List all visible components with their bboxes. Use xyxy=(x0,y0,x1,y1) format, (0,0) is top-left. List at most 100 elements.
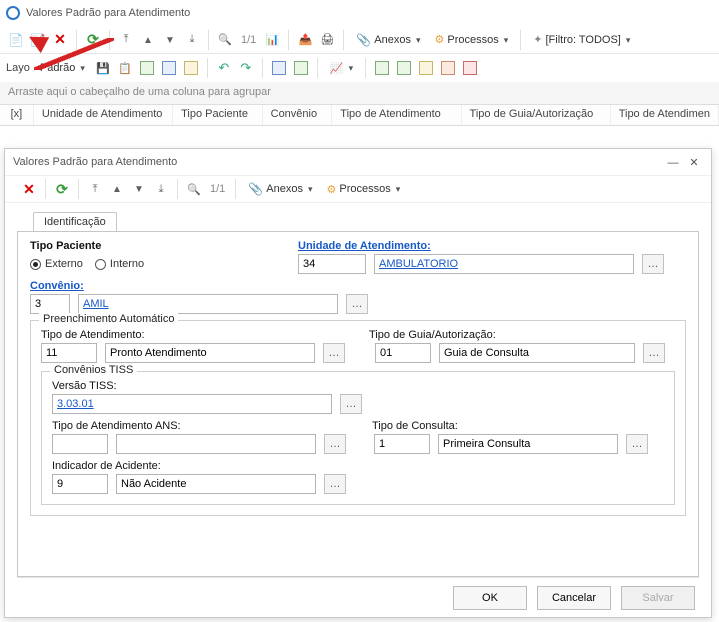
tipo-atend-name-input[interactable] xyxy=(105,343,315,363)
redo-button[interactable] xyxy=(236,58,256,78)
tipo-consulta-lookup-button[interactable] xyxy=(626,434,648,454)
processos-dropdown[interactable]: Processos xyxy=(428,29,514,51)
dlg-find-button[interactable] xyxy=(184,179,204,199)
unidade-code-input[interactable] xyxy=(298,254,366,274)
dlg-processos-dropdown[interactable]: Processos xyxy=(320,178,406,200)
close-button[interactable]: ✕ xyxy=(685,156,703,169)
col-unidade[interactable]: Unidade de Atendimento xyxy=(34,105,173,125)
tipo-consulta-name-input[interactable] xyxy=(438,434,618,454)
copy-layout-button[interactable] xyxy=(115,58,135,78)
save-layout-button[interactable] xyxy=(93,58,113,78)
interno-label: Interno xyxy=(110,258,144,270)
chevron-down-icon xyxy=(306,183,313,195)
layout-c-button[interactable] xyxy=(181,58,201,78)
col-tipo-paciente[interactable]: Tipo Paciente xyxy=(173,105,263,125)
next-icon xyxy=(134,183,144,195)
layout-dropdown[interactable]: Padrão xyxy=(34,57,91,79)
pane-5-button[interactable] xyxy=(460,58,480,78)
new-button[interactable] xyxy=(6,30,26,50)
convenio-name-input[interactable] xyxy=(78,294,338,314)
delete-icon: ✕ xyxy=(23,181,35,198)
dlg-refresh-button[interactable]: ⟳ xyxy=(52,179,72,199)
dlg-delete-button[interactable]: ✕ xyxy=(19,179,39,199)
chart-dropdown[interactable] xyxy=(324,57,359,79)
last-button[interactable] xyxy=(182,30,202,50)
dlg-processos-label: Processos xyxy=(339,183,390,195)
dlg-anexos-dropdown[interactable]: Anexos xyxy=(242,178,318,200)
col-x[interactable]: [x] xyxy=(0,105,34,125)
pane-1-button[interactable] xyxy=(372,58,392,78)
prev-button[interactable] xyxy=(138,30,158,50)
grid-header: [x] Unidade de Atendimento Tipo Paciente… xyxy=(0,104,719,126)
layout-b-button[interactable] xyxy=(159,58,179,78)
col-tipo-atend2[interactable]: Tipo de Atendimen xyxy=(611,105,719,125)
atend-ans-code-input[interactable] xyxy=(52,434,108,454)
pane-2-button[interactable] xyxy=(394,58,414,78)
chevron-down-icon xyxy=(347,62,354,74)
pane-4-button[interactable] xyxy=(438,58,458,78)
print-button[interactable] xyxy=(317,30,337,50)
next-button[interactable] xyxy=(160,30,180,50)
col-tipo-atend[interactable]: Tipo de Atendimento xyxy=(332,105,461,125)
tab-identificacao[interactable]: Identificação xyxy=(33,212,117,231)
dlg-last-button[interactable] xyxy=(151,179,171,199)
layout-e-button[interactable] xyxy=(291,58,311,78)
tipo-guia-code-input[interactable] xyxy=(375,343,431,363)
filtro-dropdown[interactable]: [Filtro: TODOS] xyxy=(527,29,636,51)
first-button[interactable] xyxy=(116,30,136,50)
col-convenio[interactable]: Convênio xyxy=(263,105,333,125)
radio-externo[interactable]: Externo xyxy=(30,258,83,270)
chevron-down-icon xyxy=(502,34,509,46)
chevron-down-icon xyxy=(394,183,401,195)
edit-button[interactable] xyxy=(28,30,48,50)
dlg-next-button[interactable] xyxy=(129,179,149,199)
delete-button[interactable]: ✕ xyxy=(50,30,70,50)
save-button[interactable]: Salvar xyxy=(621,586,695,610)
tipo-atend-lookup-button[interactable] xyxy=(323,343,345,363)
convenio-lookup-button[interactable] xyxy=(346,294,368,314)
tipo-guia-lookup-button[interactable] xyxy=(643,343,665,363)
grid-button[interactable] xyxy=(262,30,282,50)
dlg-first-button[interactable] xyxy=(85,179,105,199)
anexos-label: Anexos xyxy=(374,34,411,46)
versao-lookup-button[interactable] xyxy=(340,394,362,414)
layout-a-button[interactable] xyxy=(137,58,157,78)
undo-button[interactable] xyxy=(214,58,234,78)
preenchimento-group-title: Preenchimento Automático xyxy=(39,313,178,325)
unidade-lookup-button[interactable] xyxy=(642,254,664,274)
cancel-button[interactable]: Cancelar xyxy=(537,586,611,610)
ok-button[interactable]: OK xyxy=(453,586,527,610)
layout-d-button[interactable] xyxy=(269,58,289,78)
atend-ans-lookup-button[interactable] xyxy=(324,434,346,454)
dialog-toolbar: ✕ ⟳ 1/1 Anexos Processos xyxy=(5,175,711,203)
find-button[interactable] xyxy=(215,30,235,50)
indicador-lookup-button[interactable] xyxy=(324,474,346,494)
atend-ans-name-input[interactable] xyxy=(116,434,316,454)
dlg-pager-text: 1/1 xyxy=(210,183,225,195)
prev-icon xyxy=(143,34,153,46)
dlg-prev-button[interactable] xyxy=(107,179,127,199)
unidade-name-input[interactable] xyxy=(374,254,634,274)
col-tipo-guia[interactable]: Tipo de Guia/Autorização xyxy=(462,105,611,125)
tipo-consulta-code-input[interactable] xyxy=(374,434,430,454)
pager-text: 1/1 xyxy=(241,34,256,46)
anexos-dropdown[interactable]: Anexos xyxy=(350,29,426,51)
convenio-code-input[interactable] xyxy=(30,294,70,314)
processos-label: Processos xyxy=(447,34,498,46)
pane-3-button[interactable] xyxy=(416,58,436,78)
refresh-button[interactable]: ⟳ xyxy=(83,30,103,50)
find-icon xyxy=(187,183,201,196)
export-button[interactable] xyxy=(295,30,315,50)
versao-input[interactable] xyxy=(52,394,332,414)
indicador-code-input[interactable] xyxy=(52,474,108,494)
save-icon xyxy=(96,62,110,75)
dialog-title: Valores Padrão para Atendimento xyxy=(13,156,177,168)
tipo-atend-code-input[interactable] xyxy=(41,343,97,363)
gear-icon xyxy=(434,33,444,46)
tipo-guia-name-input[interactable] xyxy=(439,343,635,363)
indicador-name-input[interactable] xyxy=(116,474,316,494)
copy-icon xyxy=(118,62,132,75)
minimize-button[interactable]: — xyxy=(664,157,682,169)
tab-bar: Identificação xyxy=(5,203,711,231)
radio-interno[interactable]: Interno xyxy=(95,258,144,270)
